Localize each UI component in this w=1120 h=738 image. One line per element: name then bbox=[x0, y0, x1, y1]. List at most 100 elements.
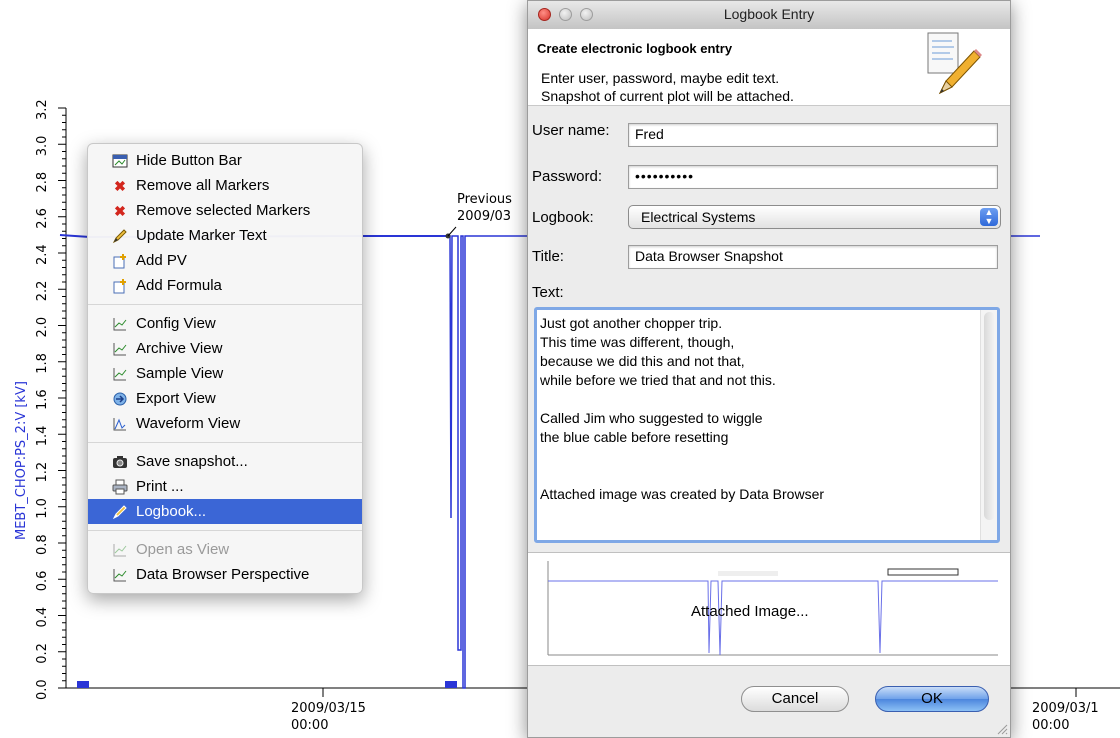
marker-label: Previous bbox=[457, 192, 512, 207]
user-name-field[interactable]: Fred bbox=[628, 123, 998, 147]
y-tick-label: 1.6 bbox=[35, 389, 50, 410]
logbook-select[interactable]: Electrical Systems ▲ ▼ bbox=[628, 205, 1001, 229]
view-chart-icon bbox=[112, 341, 128, 357]
y-tick-label: 0.0 bbox=[35, 679, 50, 700]
view-chart-icon bbox=[112, 567, 128, 583]
scrollbar-thumb[interactable] bbox=[984, 312, 995, 520]
y-axis: 0.0 0.2 0.4 0.6 0.8 1.0 1.2 1.4 1.6 1.8 2.0 2.2 2.4 2… bbox=[35, 99, 67, 700]
x-tick-label: 00:00 bbox=[291, 718, 328, 733]
menu-item-hide-button-bar[interactable]: Hide Button Bar bbox=[88, 148, 362, 173]
menu-item-label: Hide Button Bar bbox=[136, 152, 242, 169]
menu-item-sample-view[interactable]: Sample View bbox=[88, 361, 362, 386]
menu-item-label: Remove selected Markers bbox=[136, 202, 311, 219]
y-tick-label: 0.6 bbox=[35, 571, 50, 592]
printer-icon bbox=[112, 479, 128, 495]
logbook-entry-dialog[interactable]: Logbook Entry Create electronic logbook … bbox=[527, 0, 1011, 738]
menu-item-label: Sample View bbox=[136, 365, 224, 382]
menu-item-save-snapshot[interactable]: Save snapshot... bbox=[88, 449, 362, 474]
add-formula-icon bbox=[112, 278, 128, 294]
menu-item-print[interactable]: Print ... bbox=[88, 474, 362, 499]
menu-separator bbox=[88, 304, 362, 305]
attached-image-label: Attached Image... bbox=[691, 603, 809, 620]
waveform-icon bbox=[112, 416, 128, 432]
header-description: Enter user, password, maybe edit text. bbox=[541, 70, 780, 86]
header-title: Create electronic logbook entry bbox=[537, 41, 733, 56]
export-icon bbox=[112, 391, 128, 407]
menu-item-label: Save snapshot... bbox=[136, 453, 248, 470]
menu-item-logbook[interactable]: Logbook... bbox=[88, 499, 362, 524]
marker-annotation[interactable]: Previous 2009/03 bbox=[457, 192, 512, 224]
y-tick-label: 2.6 bbox=[35, 208, 50, 229]
menu-item-label: Remove all Markers bbox=[136, 177, 270, 194]
title-field[interactable]: Data Browser Snapshot bbox=[628, 245, 998, 269]
menu-item-label: Update Marker Text bbox=[136, 227, 267, 244]
menu-item-archive-view[interactable]: Archive View bbox=[88, 336, 362, 361]
camera-icon bbox=[112, 454, 128, 470]
menu-item-label: Config View bbox=[136, 315, 216, 332]
dialog-header: Create electronic logbook entry Enter us… bbox=[528, 29, 1010, 106]
menu-item-open-as-view: Open as View bbox=[88, 537, 362, 562]
menu-item-label: Open as View bbox=[136, 541, 230, 558]
user-name-label: User name: bbox=[532, 122, 610, 139]
window-titlebar[interactable]: Logbook Entry bbox=[528, 1, 1010, 30]
menu-item-waveform-view[interactable]: Waveform View bbox=[88, 411, 362, 436]
menu-item-remove-all-markers[interactable]: ✖ Remove all Markers bbox=[88, 173, 362, 198]
y-tick-label: 3.0 bbox=[35, 136, 50, 157]
menu-separator bbox=[88, 530, 362, 531]
cancel-button[interactable]: Cancel bbox=[741, 686, 849, 712]
red-x-icon: ✖ bbox=[114, 202, 126, 219]
menu-item-label: Archive View bbox=[136, 340, 223, 357]
y-tick-label: 1.0 bbox=[35, 498, 50, 519]
menu-item-label: Data Browser Perspective bbox=[136, 566, 310, 583]
y-tick-label: 2.2 bbox=[35, 281, 50, 302]
pencil-icon bbox=[112, 228, 128, 244]
plot-context-menu[interactable]: Hide Button Bar ✖ Remove all Markers ✖ R… bbox=[87, 143, 363, 594]
menu-item-data-browser-perspective[interactable]: Data Browser Perspective bbox=[88, 562, 362, 587]
pencil-icon bbox=[112, 504, 128, 520]
password-label: Password: bbox=[532, 168, 603, 185]
menu-item-label: Print ... bbox=[136, 478, 184, 495]
view-chart-icon bbox=[112, 542, 128, 558]
menu-item-update-marker-text[interactable]: Update Marker Text bbox=[88, 223, 362, 248]
menu-separator bbox=[88, 442, 362, 443]
x-tick-label: 2009/03/15 bbox=[291, 701, 366, 716]
add-pv-icon bbox=[112, 253, 128, 269]
y-tick-label: 1.4 bbox=[35, 426, 50, 447]
text-label: Text: bbox=[532, 284, 564, 301]
y-tick-label: 3.2 bbox=[35, 99, 50, 120]
menu-item-export-view[interactable]: Export View bbox=[88, 386, 362, 411]
y-tick-label: 0.8 bbox=[35, 534, 50, 555]
y-tick-label: 1.8 bbox=[35, 353, 50, 374]
menu-item-label: Waveform View bbox=[136, 415, 241, 432]
menu-item-label: Add Formula bbox=[136, 277, 222, 294]
text-area-content[interactable]: Just got another chopper trip. This time… bbox=[540, 314, 978, 518]
view-chart-icon bbox=[112, 366, 128, 382]
menu-item-remove-selected-markers[interactable]: ✖ Remove selected Markers bbox=[88, 198, 362, 223]
attached-image-preview: Attached Image... bbox=[528, 552, 1010, 666]
hide-button-bar-icon bbox=[112, 153, 128, 169]
logbook-label: Logbook: bbox=[532, 209, 594, 226]
text-area[interactable]: Just got another chopper trip. This time… bbox=[534, 307, 1000, 543]
notepad-pencil-icon bbox=[927, 32, 982, 95]
menu-item-add-pv[interactable]: Add PV bbox=[88, 248, 362, 273]
y-tick-label: 2.0 bbox=[35, 317, 50, 338]
menu-item-label: Add PV bbox=[136, 252, 187, 269]
text-area-scrollbar[interactable] bbox=[980, 310, 997, 540]
select-arrows-icon: ▲ ▼ bbox=[980, 208, 998, 226]
marker-label: 2009/03 bbox=[457, 209, 511, 224]
menu-item-config-view[interactable]: Config View bbox=[88, 311, 362, 336]
password-field[interactable]: •••••••••• bbox=[628, 165, 998, 189]
ok-button[interactable]: OK bbox=[875, 686, 989, 712]
logbook-selected-value: Electrical Systems bbox=[641, 209, 756, 225]
y-tick-label: 2.4 bbox=[35, 244, 50, 265]
menu-item-label: Logbook... bbox=[136, 503, 207, 520]
menu-item-add-formula[interactable]: Add Formula bbox=[88, 273, 362, 298]
header-description: Snapshot of current plot will be attache… bbox=[541, 88, 794, 104]
x-tick-label: 2009/03/1 bbox=[1032, 701, 1099, 716]
title-label: Title: bbox=[532, 248, 564, 265]
y-axis-label: MEBT_CHOP:PS_2:V [kV] bbox=[14, 381, 29, 540]
y-tick-label: 0.4 bbox=[35, 607, 50, 628]
y-tick-label: 1.2 bbox=[35, 462, 50, 483]
red-x-icon: ✖ bbox=[114, 177, 126, 194]
resize-grip-icon[interactable] bbox=[996, 723, 1008, 735]
